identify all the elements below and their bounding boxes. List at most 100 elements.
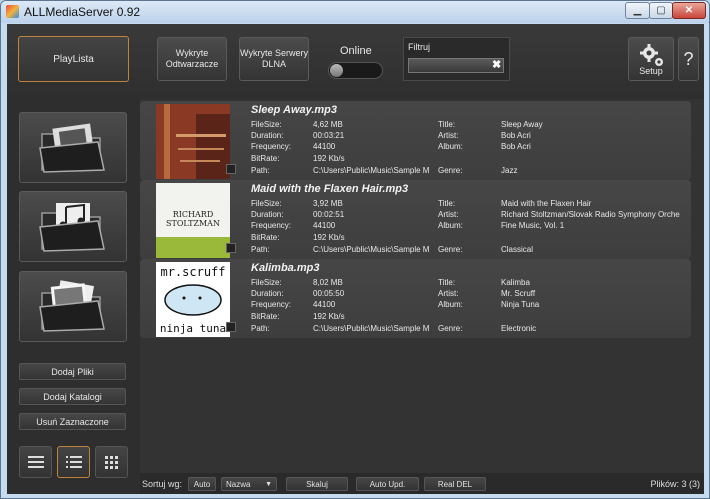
music-folder-icon (39, 202, 105, 252)
title-label: Title: (438, 278, 456, 287)
path-label: Path: (251, 245, 270, 254)
duration-label: Duration: (251, 289, 284, 298)
filter-label: Filtruj (408, 42, 430, 52)
scale-button[interactable]: Skaluj (286, 477, 348, 491)
media-item[interactable]: mr.scruff ninja tuna Kalimba.mp3 FileSiz… (140, 259, 691, 338)
media-list: Sleep Away.mp3 FileSize: 4,62 MB Duratio… (140, 99, 704, 473)
bitrate-value: 192 Kb/s (313, 154, 345, 163)
list-view-icon (27, 456, 44, 468)
app-icon (6, 5, 19, 18)
sort-label: Sortuj wg: (142, 479, 183, 489)
maximize-icon: ▢ (656, 5, 666, 16)
frequency-label: Frequency: (251, 300, 292, 309)
setup-button[interactable]: Setup (628, 37, 674, 81)
checkbox-icon[interactable] (226, 243, 236, 253)
path-value: C:\Users\Public\Music\Sample M (313, 245, 430, 254)
detected-dlna-servers-button[interactable]: Wykryte Serwery DLNA (239, 37, 309, 81)
status-bar: Sortuj wg: Auto Nazwa ▼ Skaluj Auto Upd.… (140, 473, 704, 494)
media-item[interactable]: Sleep Away.mp3 FileSize: 4,62 MB Duratio… (140, 101, 691, 180)
artist-label: Artist: (438, 289, 459, 298)
title-value: Maid with the Flaxen Hair (501, 199, 592, 208)
grid-view-icon (105, 455, 118, 469)
add-files-button[interactable]: Dodaj Pliki (19, 363, 126, 380)
duration-label: Duration: (251, 210, 284, 219)
detected-players-button[interactable]: Wykryte Odtwarzacze (157, 37, 227, 81)
genre-label: Genre: (438, 245, 463, 254)
frequency-value: 44100 (313, 221, 336, 230)
filter-input[interactable] (408, 58, 504, 73)
path-label: Path: (251, 166, 270, 175)
video-folder-icon (39, 122, 105, 173)
checkbox-icon[interactable] (226, 322, 236, 332)
duration-value: 00:03:21 (313, 131, 345, 140)
album-label: Album: (438, 142, 463, 151)
sidebar: Dodaj Pliki Dodaj Katalogi Usuń Zaznaczo… (7, 99, 140, 494)
photo-folder-button[interactable] (19, 271, 127, 342)
file-name: Sleep Away.mp3 (251, 104, 337, 116)
close-icon: ✕ (684, 5, 694, 16)
genre-value: Classical (501, 245, 534, 254)
filesize-label: FileSize: (251, 199, 282, 208)
remove-selected-button[interactable]: Usuń Zaznaczone (19, 413, 126, 430)
album-art-top: mr.scruff (160, 265, 225, 279)
artist-value: Richard Stoltzman/Slovak Radio Symphony … (501, 210, 680, 219)
filesize-value: 3,92 MB (313, 199, 343, 208)
album-label: Album: (438, 300, 463, 309)
media-item[interactable]: RICHARD STOLTZMAN Maid with the Flaxen H… (140, 180, 691, 259)
genre-label: Genre: (438, 166, 463, 175)
detail-view-icon (65, 456, 82, 468)
bitrate-label: BitRate: (251, 154, 280, 163)
duration-value: 00:05:50 (313, 289, 345, 298)
music-folder-button[interactable] (19, 191, 127, 262)
path-label: Path: (251, 324, 270, 333)
minimize-button[interactable]: ▁ (625, 2, 650, 19)
online-toggle[interactable] (328, 62, 383, 79)
files-count: Plików: 3 (3) (650, 479, 700, 489)
title-label: Title: (438, 120, 456, 129)
detail-view-button[interactable] (57, 446, 90, 478)
bitrate-value: 192 Kb/s (313, 233, 345, 242)
window-title: ALLMediaServer 0.92 (24, 5, 141, 19)
title-value: Sleep Away (501, 120, 543, 129)
top-toolbar: PlayLista Wykryte Odtwarzacze Wykryte Se… (7, 24, 704, 99)
gear-icon (640, 44, 663, 66)
sort-select[interactable]: Nazwa ▼ (221, 477, 277, 491)
title-value: Kalimba (501, 278, 530, 287)
album-value: Ninja Tuna (501, 300, 540, 309)
close-button[interactable]: ✕ (672, 2, 706, 19)
help-button[interactable]: ? (678, 37, 699, 81)
real-delete-button[interactable]: Real DEL (424, 477, 486, 491)
file-name: Kalimba.mp3 (251, 262, 320, 274)
checkbox-icon[interactable] (226, 164, 236, 174)
bitrate-label: BitRate: (251, 233, 280, 242)
frequency-value: 44100 (313, 300, 336, 309)
toggle-knob (330, 64, 343, 77)
auto-sort-button[interactable]: Auto (188, 477, 216, 491)
minimize-icon: ▁ (633, 5, 642, 16)
maximize-button[interactable]: ▢ (649, 2, 673, 19)
filesize-value: 8,02 MB (313, 278, 343, 287)
album-art: RICHARD STOLTZMAN (156, 183, 230, 258)
artist-label: Artist: (438, 131, 459, 140)
add-folders-button[interactable]: Dodaj Katalogi (19, 388, 126, 405)
path-value: C:\Users\Public\Music\Sample M (313, 166, 430, 175)
filesize-label: FileSize: (251, 120, 282, 129)
bitrate-label: BitRate: (251, 312, 280, 321)
auto-update-button[interactable]: Auto Upd. (356, 477, 419, 491)
duration-label: Duration: (251, 131, 284, 140)
frequency-label: Frequency: (251, 221, 292, 230)
file-name: Maid with the Flaxen Hair.mp3 (251, 183, 409, 195)
video-folder-button[interactable] (19, 112, 127, 183)
clear-icon[interactable]: ✖ (492, 59, 506, 72)
album-art: mr.scruff ninja tuna (156, 262, 230, 337)
grid-view-button[interactable] (95, 446, 128, 478)
artist-value: Mr. Scruff (501, 289, 536, 298)
title-bar: ALLMediaServer 0.92 ▁ ▢ ✕ (1, 1, 709, 23)
bitrate-value: 192 Kb/s (313, 312, 345, 321)
list-view-button[interactable] (19, 446, 52, 478)
photo-folder-icon (39, 279, 105, 332)
album-label: Album: (438, 221, 463, 230)
playlist-button[interactable]: PlayLista (18, 36, 129, 82)
filesize-value: 4,62 MB (313, 120, 343, 129)
genre-label: Genre: (438, 324, 463, 333)
